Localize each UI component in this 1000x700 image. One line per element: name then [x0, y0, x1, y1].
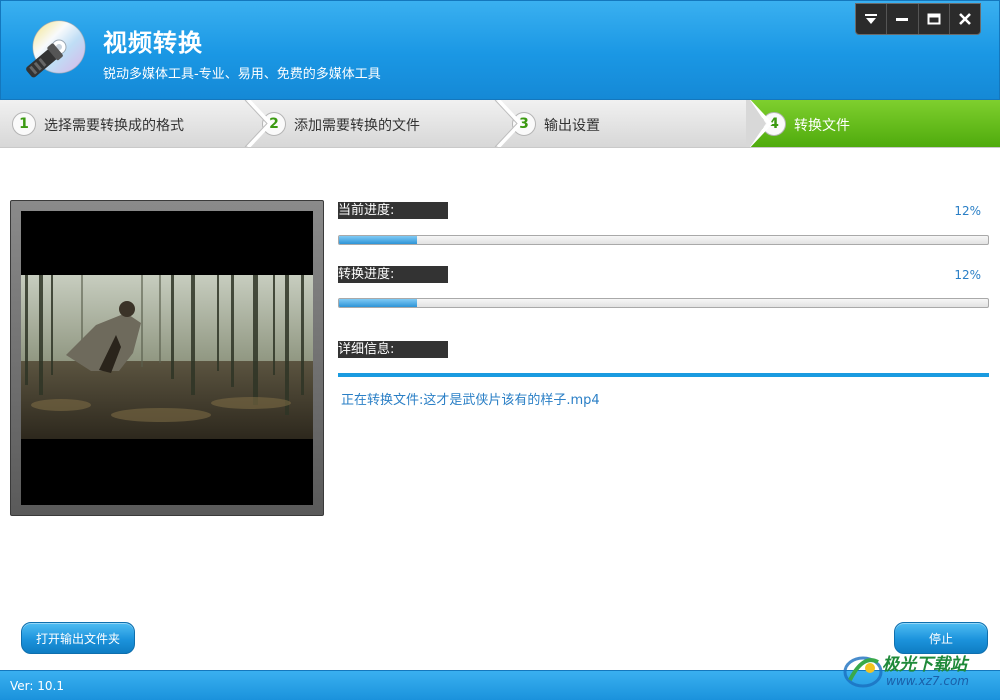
- details-message: 正在转换文件:这才是武侠片该有的样子.mp4: [341, 393, 600, 408]
- maximize-button[interactable]: [919, 4, 950, 34]
- current-progress-label: 当前进度:: [338, 202, 448, 219]
- current-progress-bar: [338, 235, 989, 245]
- total-progress-percent: 12%: [954, 268, 981, 282]
- close-icon: [958, 13, 971, 25]
- site-watermark: 极光下载站 www.xz7.com: [842, 648, 992, 694]
- current-progress-fill: [339, 236, 417, 244]
- watermark-title: 极光下载站: [882, 655, 967, 675]
- total-progress-label: 转换进度:: [338, 266, 448, 283]
- preview-screen: [21, 211, 313, 505]
- app-subtitle: 锐动多媒体工具-专业、易用、免费的多媒体工具: [103, 67, 381, 82]
- minimize-button[interactable]: [887, 4, 919, 34]
- close-button[interactable]: [950, 4, 980, 34]
- title-bar: 视频转换 锐动多媒体工具-专业、易用、免费的多媒体工具: [0, 0, 1000, 100]
- total-progress-bar: [338, 298, 989, 308]
- open-output-folder-button[interactable]: 打开输出文件夹: [21, 622, 135, 654]
- current-progress-percent: 12%: [954, 204, 981, 218]
- wizard-steps: 1 选择需要转换成的格式 2 添加需要转换的文件 3 输出设置 4 转换文件: [0, 100, 1000, 148]
- video-thumbnail: [21, 275, 313, 439]
- total-progress-fill: [339, 299, 417, 307]
- menu-button[interactable]: [856, 4, 888, 34]
- watermark-logo-icon: [843, 656, 883, 688]
- details-divider: [338, 373, 989, 377]
- menu-dropdown-icon: [865, 14, 878, 24]
- steps-divider: [0, 147, 1000, 148]
- window-controls: [855, 3, 981, 35]
- step-separators: [244, 100, 773, 147]
- watermark-url: www.xz7.com: [886, 674, 969, 688]
- details-label: 详细信息:: [338, 341, 448, 358]
- app-logo-icon: [26, 20, 86, 78]
- version-text: Ver: 10.1: [10, 679, 64, 693]
- app-title: 视频转换: [103, 29, 203, 57]
- maximize-icon: [927, 13, 941, 25]
- minimize-icon: [896, 18, 909, 21]
- video-preview: [10, 200, 324, 516]
